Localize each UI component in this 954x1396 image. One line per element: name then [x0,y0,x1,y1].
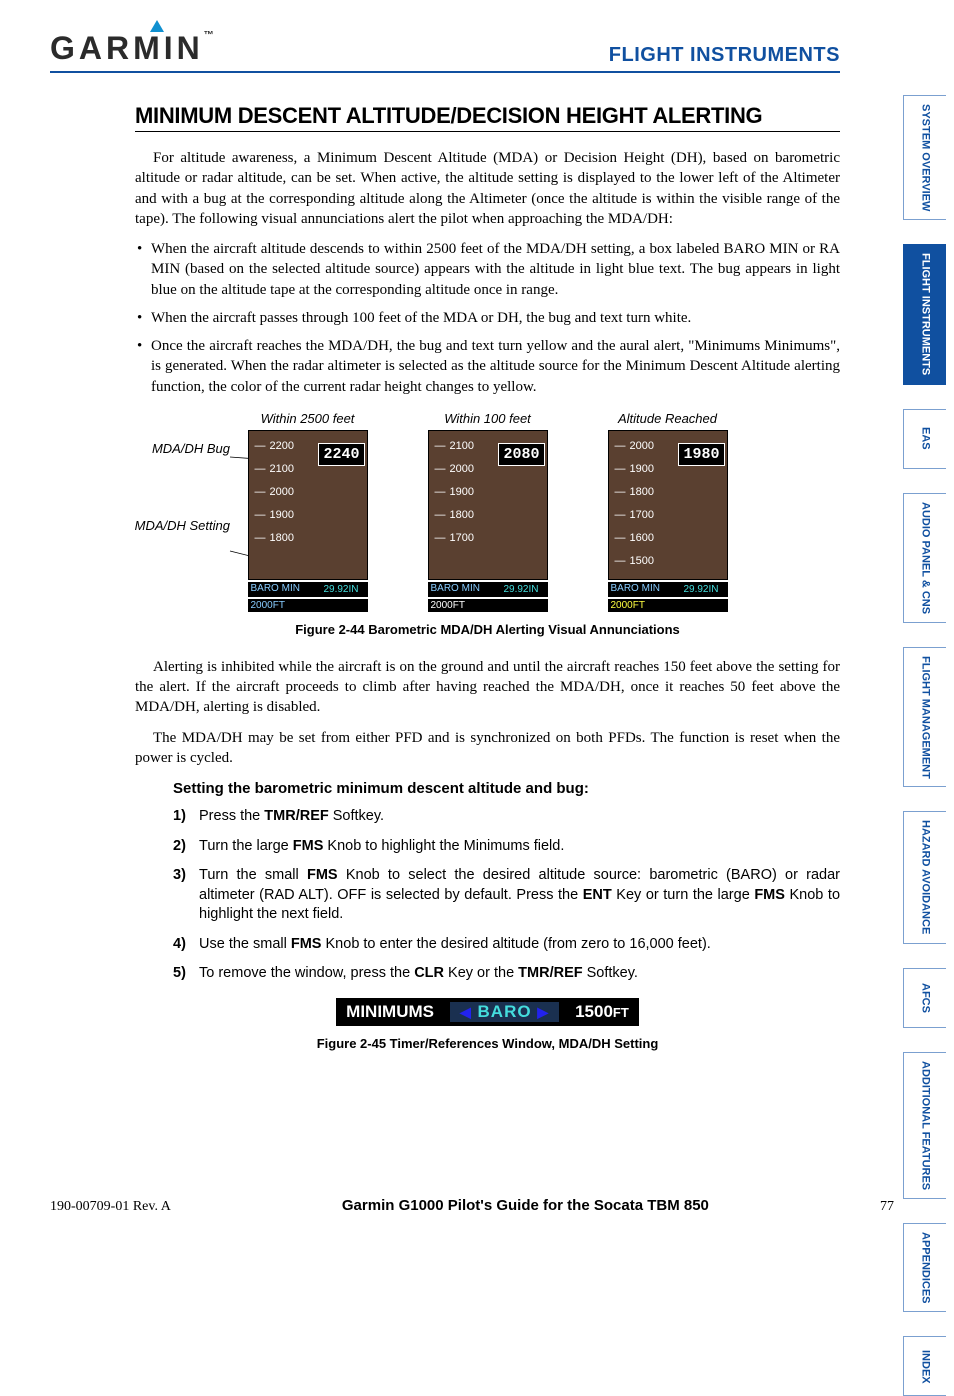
tab-flight-instruments[interactable]: FLIGHT INSTRUMENTS [903,244,946,384]
altitude-tape: 22002100200019001800 2240 [248,430,368,580]
section-tabs: SYSTEM OVERVIEW FLIGHT INSTRUMENTS EAS A… [903,95,946,1396]
step-item: Use the small FMS Knob to enter the desi… [173,935,840,955]
procedure-steps: Press the TMR/REF Softkey. Turn the larg… [173,807,840,984]
figure-2-44-caption: Figure 2-44 Barometric MDA/DH Alerting V… [135,622,840,637]
step-item: Press the TMR/REF Softkey. [173,807,840,827]
setting-label: MDA/DH Setting [105,518,230,534]
step-item: To remove the window, press the CLR Key … [173,964,840,984]
figure-col: Within 2500 feet 22002100200019001800 22… [248,411,368,612]
figure-2-45-caption: Figure 2-45 Timer/References Window, MDA… [135,1036,840,1051]
section-name: FLIGHT INSTRUMENTS [609,44,840,67]
page-footer: 190-00709-01 Rev. A Garmin G1000 Pilot's… [50,1197,894,1215]
altitude-readout: 2080 [498,443,544,466]
bug-label: MDA/DH Bug [105,441,230,457]
minimums-label: MINIMUMS [346,1002,434,1022]
figure-2-45: MINIMUMS ◀ BARO ▶ 1500FT [135,998,840,1026]
procedure-heading: Setting the barometric minimum descent a… [173,780,840,797]
body-paragraph: The MDA/DH may be set from either PFD an… [135,728,840,769]
figure-2-44: MDA/DH Bug MDA/DH Setting Within 2500 fe… [135,411,840,612]
bullet-item: Once the aircraft reaches the MDA/DH, th… [135,336,840,397]
tab-flight-management[interactable]: FLIGHT MANAGEMENT [903,647,946,788]
figure-side-labels: MDA/DH Bug MDA/DH Setting [105,441,230,534]
bullet-item: When the aircraft passes through 100 fee… [135,308,840,328]
tab-index[interactable]: INDEX [903,1336,946,1396]
tab-hazard-avoidance[interactable]: HAZARD AVOIDANCE [903,811,946,943]
doc-rev: 190-00709-01 Rev. A [50,1199,171,1215]
right-arrow-icon: ▶ [537,1004,549,1020]
minimums-unit: FT [613,1005,629,1020]
step-item: Turn the small FMS Knob to select the de… [173,866,840,925]
figure-col-label: Within 2500 feet [248,411,368,426]
bullet-list: When the aircraft altitude descends to w… [135,239,840,397]
altitude-tape: 200019001800170016001500 1980 [608,430,728,580]
bullet-item: When the aircraft altitude descends to w… [135,239,840,300]
doc-title: Garmin G1000 Pilot's Guide for the Socat… [342,1197,709,1214]
step-item: Turn the large FMS Knob to highlight the… [173,837,840,857]
tab-system-overview[interactable]: SYSTEM OVERVIEW [903,95,946,220]
page-number: 77 [880,1199,894,1215]
tab-audio-panel[interactable]: AUDIO PANEL & CNS [903,493,946,623]
altitude-readout: 2240 [318,443,364,466]
tab-additional-features[interactable]: ADDITIONAL FEATURES [903,1052,946,1199]
body-paragraph: Alerting is inhibited while the aircraft… [135,657,840,718]
page-title: MINIMUM DESCENT ALTITUDE/DECISION HEIGHT… [135,103,840,132]
logo-text: GARMIN [50,30,204,66]
altitude-tape: 21002000190018001700 2080 [428,430,548,580]
garmin-logo: GARMIN™ [50,30,218,67]
minimums-value: 1500 [575,1002,613,1021]
logo-triangle-icon [150,20,164,32]
minimums-mode: BARO [478,1002,532,1021]
figure-col-label: Altitude Reached [608,411,728,426]
tab-afcs[interactable]: AFCS [903,968,946,1028]
tab-appendices[interactable]: APPENDICES [903,1223,946,1313]
tab-eas[interactable]: EAS [903,409,946,469]
figure-col-label: Within 100 feet [428,411,548,426]
altitude-readout: 1980 [678,443,724,466]
figure-col: Altitude Reached 20001900180017001600150… [608,411,728,612]
page-header: GARMIN™ FLIGHT INSTRUMENTS [50,30,840,73]
left-arrow-icon: ◀ [460,1004,472,1020]
intro-paragraph: For altitude awareness, a Minimum Descen… [135,148,840,229]
figure-col: Within 100 feet 21002000190018001700 208… [428,411,548,612]
